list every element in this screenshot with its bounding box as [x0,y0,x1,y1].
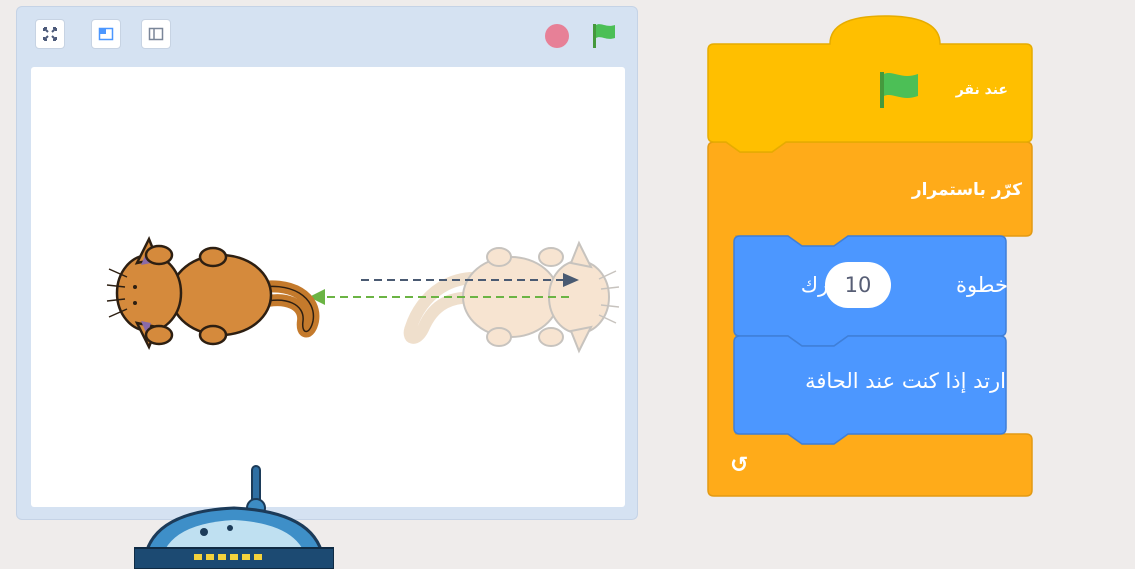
hat-block-when-flag-clicked[interactable] [708,16,1032,142]
green-flag-icon [593,24,615,48]
small-stage-layout-icon [98,27,114,41]
small-stage-button[interactable] [91,19,121,49]
large-stage-layout-icon [148,27,164,41]
forever-block[interactable] [708,142,1032,236]
script-area: عند نقر كرّر باستمرار خطوة 10 تحرك ارتد … [700,0,1040,569]
large-stage-button[interactable] [141,19,171,49]
robot-mascot [134,465,334,569]
green-flag-button[interactable] [589,22,619,50]
cat-sprite [106,235,320,351]
bounce-on-edge-block[interactable] [734,338,1006,434]
stage-canvas[interactable] [31,67,625,507]
stop-button[interactable] [545,24,569,48]
move-block-label-steps: خطوة [955,273,1008,297]
fullscreen-button[interactable] [35,19,65,49]
move-block-label-move: تحرك [800,273,849,297]
fullscreen-icon [43,27,57,41]
stage-window [16,6,638,520]
stage-toolbar [17,7,637,63]
loop-arrow-icon: ↺ [730,453,749,478]
